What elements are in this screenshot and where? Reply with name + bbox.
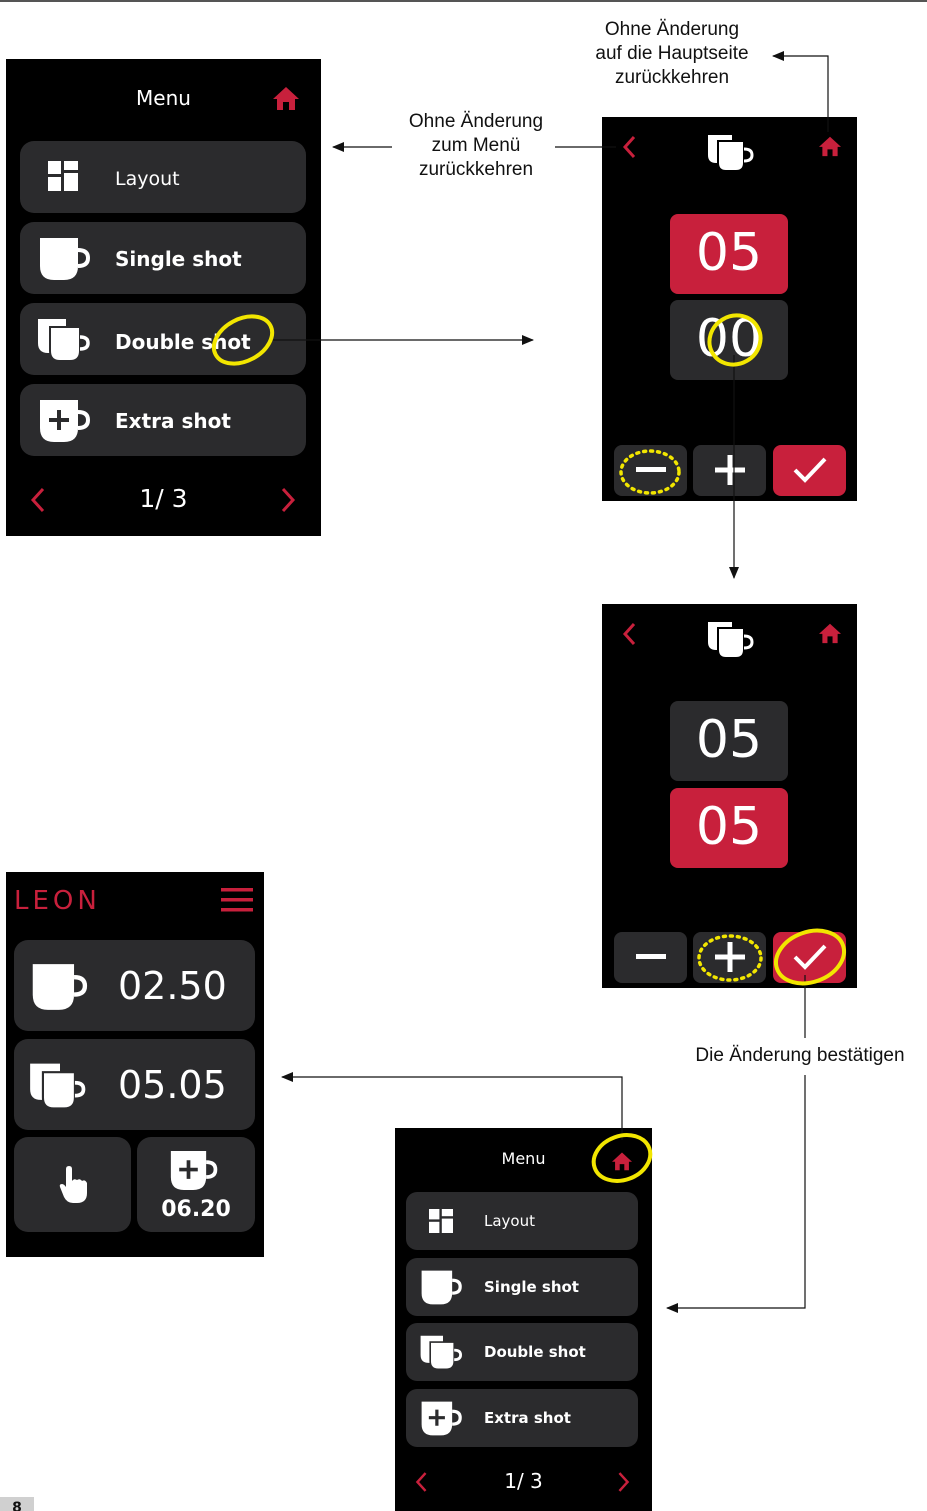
highlight-double-shot [211,314,275,366]
highlight-minus [619,449,681,495]
page-number: 8 [0,1497,34,1511]
flow-arrows [211,51,846,1313]
arrow-home-return [772,51,829,132]
arrow-to-main [281,1072,623,1140]
highlight-home [591,1133,653,1183]
arrow-confirm-2 [666,1075,806,1313]
highlight-tenths [707,313,763,367]
highlight-plus [697,934,763,982]
highlight-confirm [774,928,846,986]
